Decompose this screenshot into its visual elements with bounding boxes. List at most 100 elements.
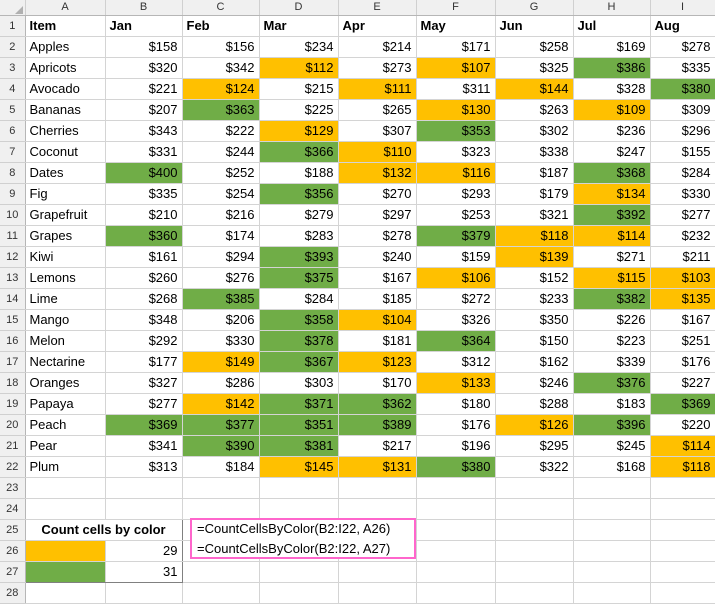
value-cell[interactable]: $169 (573, 36, 651, 58)
value-cell[interactable]: $272 (416, 288, 496, 310)
empty-cell[interactable] (650, 540, 715, 562)
value-cell[interactable]: $358 (259, 309, 339, 331)
value-cell[interactable]: $268 (105, 288, 183, 310)
item-name-cell[interactable]: Cherries (25, 120, 106, 142)
value-cell[interactable]: $110 (338, 141, 417, 163)
column-title-may[interactable]: May (416, 15, 496, 37)
value-cell[interactable]: $171 (416, 36, 496, 58)
value-cell[interactable]: $245 (573, 435, 651, 457)
value-cell[interactable]: $116 (416, 162, 496, 184)
column-title-apr[interactable]: Apr (338, 15, 417, 37)
value-cell[interactable]: $134 (573, 183, 651, 205)
value-cell[interactable]: $380 (416, 456, 496, 478)
value-cell[interactable]: $111 (338, 78, 417, 100)
color-swatch-green[interactable] (24, 561, 106, 583)
value-cell[interactable]: $335 (650, 57, 715, 79)
value-cell[interactable]: $293 (416, 183, 496, 205)
value-cell[interactable]: $327 (105, 372, 183, 394)
value-cell[interactable]: $339 (573, 351, 651, 373)
column-header-i[interactable]: I (650, 0, 715, 16)
item-name-cell[interactable]: Apples (25, 36, 106, 58)
item-name-cell[interactable]: Bananas (25, 99, 106, 121)
column-title-item[interactable]: Item (25, 15, 106, 37)
value-cell[interactable]: $382 (573, 288, 651, 310)
empty-cell[interactable] (495, 519, 574, 541)
empty-cell[interactable] (650, 477, 715, 499)
value-cell[interactable]: $363 (182, 99, 260, 121)
row-header-3[interactable]: 3 (0, 57, 26, 79)
color-count-green[interactable]: 31 (105, 561, 183, 583)
value-cell[interactable]: $109 (573, 99, 651, 121)
value-cell[interactable]: $183 (573, 393, 651, 415)
select-all-corner[interactable] (0, 0, 26, 16)
value-cell[interactable]: $188 (259, 162, 339, 184)
row-header-7[interactable]: 7 (0, 141, 26, 163)
empty-cell[interactable] (105, 582, 183, 604)
column-header-h[interactable]: H (573, 0, 651, 16)
value-cell[interactable]: $294 (182, 246, 260, 268)
value-cell[interactable]: $244 (182, 141, 260, 163)
value-cell[interactable]: $158 (105, 36, 183, 58)
value-cell[interactable]: $353 (416, 120, 496, 142)
value-cell[interactable]: $367 (259, 351, 339, 373)
value-cell[interactable]: $118 (495, 225, 574, 247)
row-header-14[interactable]: 14 (0, 288, 26, 310)
column-title-feb[interactable]: Feb (182, 15, 260, 37)
value-cell[interactable]: $335 (105, 183, 183, 205)
row-header-5[interactable]: 5 (0, 99, 26, 121)
value-cell[interactable]: $380 (650, 78, 715, 100)
row-header-2[interactable]: 2 (0, 36, 26, 58)
value-cell[interactable]: $284 (259, 288, 339, 310)
value-cell[interactable]: $184 (182, 456, 260, 478)
value-cell[interactable]: $176 (650, 351, 715, 373)
value-cell[interactable]: $187 (495, 162, 574, 184)
value-cell[interactable]: $131 (338, 456, 417, 478)
empty-cell[interactable] (259, 582, 339, 604)
empty-cell[interactable] (416, 498, 496, 520)
empty-cell[interactable] (105, 477, 183, 499)
value-cell[interactable]: $389 (338, 414, 417, 436)
empty-cell[interactable] (338, 498, 417, 520)
value-cell[interactable]: $225 (259, 99, 339, 121)
empty-cell[interactable] (338, 561, 417, 583)
value-cell[interactable]: $364 (416, 330, 496, 352)
value-cell[interactable]: $174 (182, 225, 260, 247)
value-cell[interactable]: $368 (573, 162, 651, 184)
value-cell[interactable]: $115 (573, 267, 651, 289)
value-cell[interactable]: $252 (182, 162, 260, 184)
row-header-19[interactable]: 19 (0, 393, 26, 415)
value-cell[interactable]: $320 (105, 57, 183, 79)
value-cell[interactable]: $362 (338, 393, 417, 415)
value-cell[interactable]: $185 (338, 288, 417, 310)
empty-cell[interactable] (25, 582, 106, 604)
empty-cell[interactable] (573, 477, 651, 499)
value-cell[interactable]: $167 (338, 267, 417, 289)
row-header-13[interactable]: 13 (0, 267, 26, 289)
row-header-18[interactable]: 18 (0, 372, 26, 394)
value-cell[interactable]: $277 (650, 204, 715, 226)
value-cell[interactable]: $322 (495, 456, 574, 478)
item-name-cell[interactable]: Fig (25, 183, 106, 205)
value-cell[interactable]: $311 (416, 78, 496, 100)
value-cell[interactable]: $331 (105, 141, 183, 163)
value-cell[interactable]: $385 (182, 288, 260, 310)
value-cell[interactable]: $284 (650, 162, 715, 184)
value-cell[interactable]: $112 (259, 57, 339, 79)
value-cell[interactable]: $351 (259, 414, 339, 436)
value-cell[interactable]: $207 (105, 99, 183, 121)
column-title-mar[interactable]: Mar (259, 15, 339, 37)
value-cell[interactable]: $277 (105, 393, 183, 415)
row-header-6[interactable]: 6 (0, 120, 26, 142)
value-cell[interactable]: $176 (416, 414, 496, 436)
empty-cell[interactable] (573, 540, 651, 562)
empty-cell[interactable] (650, 582, 715, 604)
value-cell[interactable]: $180 (416, 393, 496, 415)
value-cell[interactable]: $210 (105, 204, 183, 226)
value-cell[interactable]: $400 (105, 162, 183, 184)
column-title-jun[interactable]: Jun (495, 15, 574, 37)
item-name-cell[interactable]: Peach (25, 414, 106, 436)
value-cell[interactable]: $214 (338, 36, 417, 58)
column-title-aug[interactable]: Aug (650, 15, 715, 37)
value-cell[interactable]: $254 (182, 183, 260, 205)
item-name-cell[interactable]: Apricots (25, 57, 106, 79)
